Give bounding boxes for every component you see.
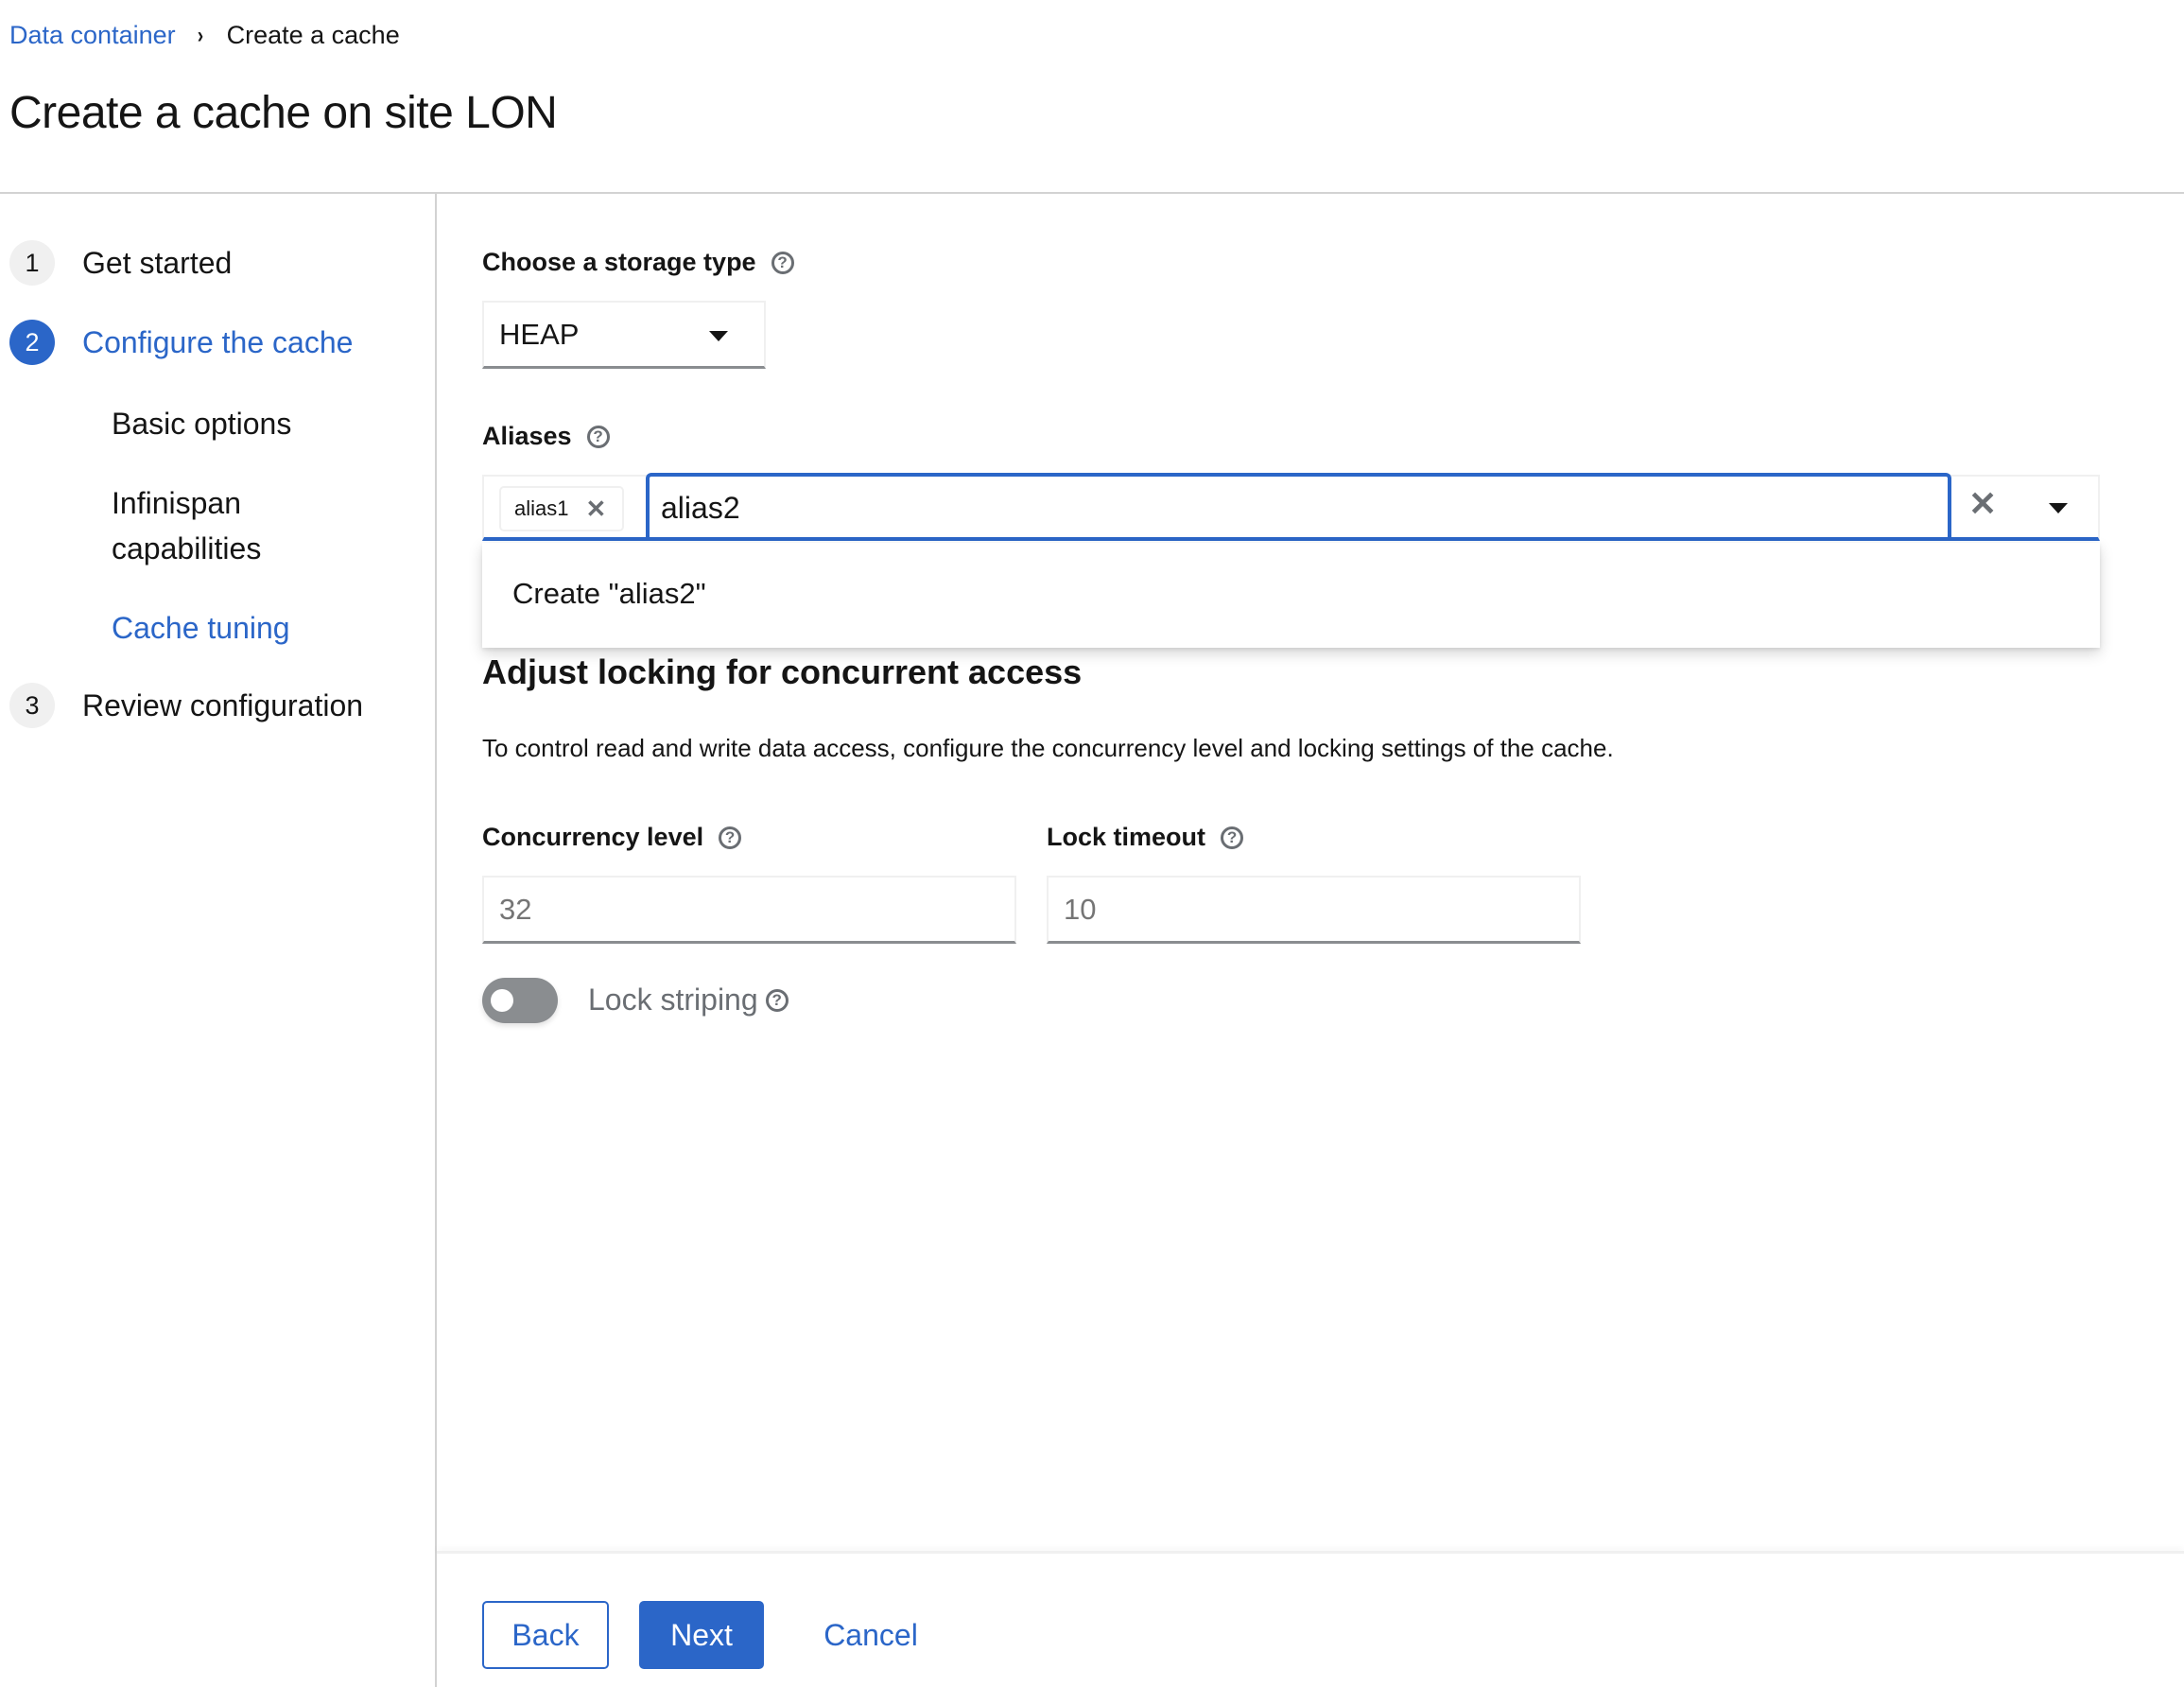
breadcrumb: Data container › Create a cache xyxy=(9,21,400,50)
step-label[interactable]: Get started xyxy=(82,246,232,281)
concurrency-level-input[interactable] xyxy=(482,876,1016,944)
aliases-label-text: Aliases xyxy=(482,422,572,450)
lock-timeout-label-text: Lock timeout xyxy=(1047,823,1206,851)
lock-striping-label-text: Lock striping xyxy=(588,983,758,1017)
concurrency-level-label-text: Concurrency level xyxy=(482,823,704,851)
footer-divider xyxy=(437,1551,2184,1554)
clear-icon[interactable]: ✕ xyxy=(1968,484,1997,524)
page-title: Create a cache on site LON xyxy=(9,88,558,138)
cancel-button[interactable]: Cancel xyxy=(811,1601,930,1669)
help-icon[interactable]: ? xyxy=(586,425,610,448)
next-button[interactable]: Next xyxy=(639,1601,764,1669)
wizard-substep-basic-options[interactable]: Basic options xyxy=(112,401,291,446)
lock-striping-toggle[interactable] xyxy=(482,978,558,1023)
wizard-step-configure-the-cache[interactable]: 2 Configure the cache xyxy=(9,320,353,365)
step-number: 3 xyxy=(9,683,55,728)
chevron-right-icon: › xyxy=(197,22,203,48)
locking-heading: Adjust locking for concurrent access xyxy=(482,652,1083,691)
aliases-multi-select[interactable]: alias1 ✕ ✕ xyxy=(482,473,2100,541)
help-icon[interactable]: ? xyxy=(771,251,794,274)
wizard-step-review-configuration[interactable]: 3 Review configuration xyxy=(9,683,363,728)
lock-timeout-input[interactable] xyxy=(1047,876,1581,944)
storage-type-label: Choose a storage type ? xyxy=(482,248,794,277)
caret-down-icon xyxy=(709,331,728,341)
create-alias-option[interactable]: Create "alias2" xyxy=(512,577,706,611)
help-icon[interactable]: ? xyxy=(719,826,742,849)
wizard-step-get-started[interactable]: 1 Get started xyxy=(9,240,232,286)
sidebar-divider xyxy=(435,194,437,1687)
step-number: 1 xyxy=(9,240,55,286)
locking-description: To control read and write data access, c… xyxy=(482,734,1614,762)
concurrency-level-label: Concurrency level ? xyxy=(482,823,742,852)
caret-down-icon[interactable] xyxy=(2049,503,2068,513)
close-icon[interactable]: ✕ xyxy=(585,495,606,524)
header-divider xyxy=(0,192,2184,194)
lock-timeout-label: Lock timeout ? xyxy=(1047,823,1244,852)
breadcrumb-link-data-container[interactable]: Data container xyxy=(9,21,176,50)
breadcrumb-current: Create a cache xyxy=(226,21,400,49)
back-button[interactable]: Back xyxy=(482,1601,609,1669)
wizard-substep-cache-tuning[interactable]: Cache tuning xyxy=(112,605,290,651)
wizard-substep-infinispan-capabilities[interactable]: Infinispan capabilities xyxy=(112,480,395,571)
lock-striping-label: Lock striping ? xyxy=(588,983,789,1017)
step-label[interactable]: Review configuration xyxy=(82,688,363,723)
step-label[interactable]: Configure the cache xyxy=(82,325,353,360)
help-icon[interactable]: ? xyxy=(1221,826,1244,849)
storage-type-label-text: Choose a storage type xyxy=(482,248,756,276)
aliases-input[interactable] xyxy=(646,473,1951,539)
storage-type-select[interactable]: HEAP xyxy=(482,301,766,369)
aliases-dropdown-menu: Create "alias2" xyxy=(482,543,2100,648)
help-icon[interactable]: ? xyxy=(765,988,789,1012)
toggle-knob xyxy=(491,989,513,1012)
alias-chip-label: alias1 xyxy=(514,496,569,520)
aliases-label: Aliases ? xyxy=(482,422,610,451)
alias-chip: alias1 ✕ xyxy=(499,486,624,531)
storage-type-value: HEAP xyxy=(499,317,580,351)
step-number: 2 xyxy=(9,320,55,365)
